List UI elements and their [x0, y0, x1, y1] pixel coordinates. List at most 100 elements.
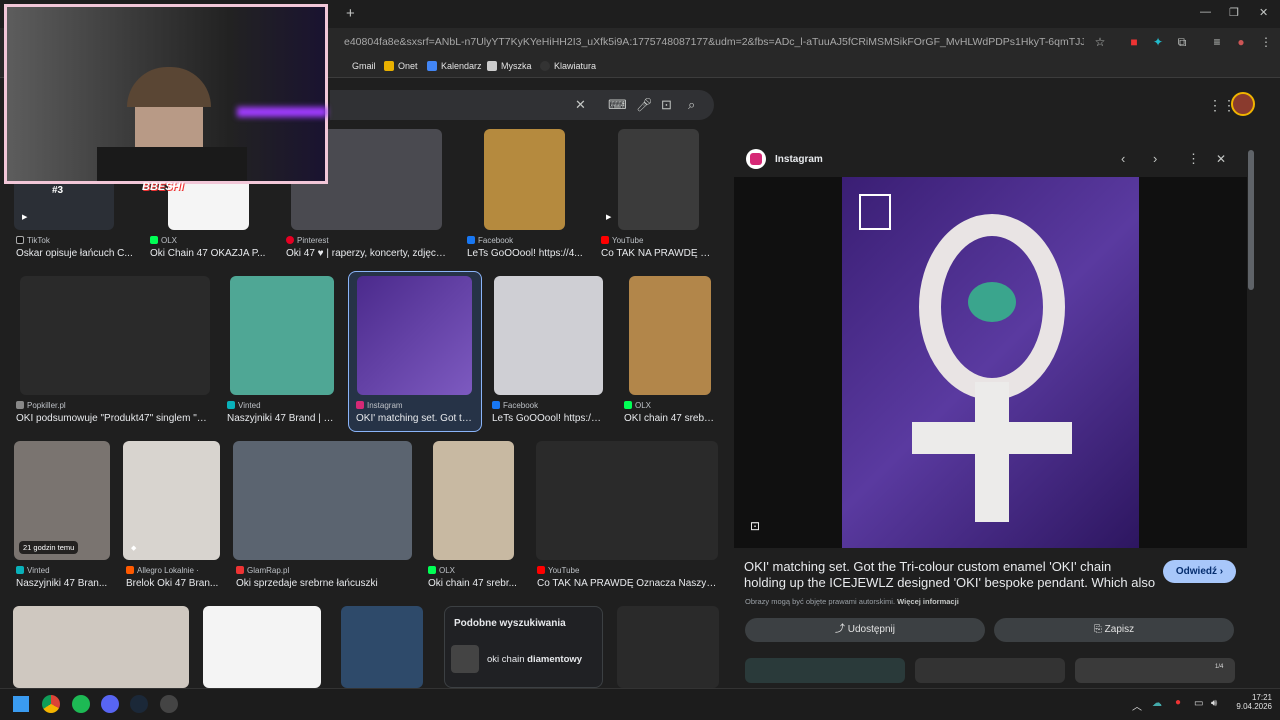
settings-icon[interactable]	[160, 695, 178, 713]
bookmark-klawiatura[interactable]: Klawiatura	[540, 61, 596, 71]
address-bar[interactable]: e40804fa8e&sxsrf=ANbL-n7UlyYT7KyKYeHiHH2…	[344, 36, 1084, 48]
result-caption-6[interactable]: OKI podsumowuje "Produkt47" singlem "S..…	[16, 413, 210, 424]
related-thumb-3[interactable]	[1075, 658, 1235, 683]
result-thumb-7[interactable]	[230, 276, 334, 395]
minimize-icon[interactable]: —	[1200, 6, 1211, 18]
media-icon[interactable]: ≡	[1209, 34, 1225, 50]
preview-image[interactable]	[842, 177, 1139, 548]
close-window-icon[interactable]: ✕	[1259, 6, 1268, 19]
overlay-tag: #3	[52, 185, 64, 196]
restore-icon[interactable]: ❐	[1229, 6, 1239, 19]
result-caption-3[interactable]: Oki 47 ♥ | raperzy, koncerty, zdjęci...	[286, 248, 446, 259]
discord-icon[interactable]	[101, 695, 119, 713]
result-caption-14[interactable]: Oki chain 47 srebr...	[428, 578, 520, 589]
extensions-puzzle-icon[interactable]: ⧉	[1174, 34, 1190, 50]
result-source-7: Vinted	[227, 401, 261, 410]
keyboard-icon[interactable]: ⌨	[608, 97, 627, 113]
mic-icon[interactable]: 🎤︎	[636, 97, 653, 113]
result-thumb-12[interactable]	[123, 441, 220, 560]
related-thumb-1[interactable]	[745, 658, 905, 683]
result-source-10: OLX	[624, 401, 651, 410]
result-source-12: Allegro Lokalnie ·	[126, 566, 199, 575]
adblock-icon[interactable]: ■	[1126, 34, 1142, 50]
result-thumb-4[interactable]	[484, 129, 565, 230]
bookmark-onet[interactable]: Onet	[384, 61, 418, 71]
instagram-icon	[746, 149, 766, 169]
volume-icon[interactable]: 🔊︎	[1211, 698, 1217, 709]
result-source-13: GlamRap.pl	[236, 566, 289, 575]
bookmark-myszka[interactable]: Myszka	[487, 61, 532, 71]
result-thumb-13[interactable]	[233, 441, 412, 560]
new-tab-button[interactable]: +	[346, 5, 355, 22]
result-thumb-14[interactable]	[433, 441, 514, 560]
tray-app-icon[interactable]: ☁	[1152, 698, 1162, 709]
search-bar[interactable]	[330, 90, 714, 120]
result-caption-7[interactable]: Naszyjniki 47 Brand | V...	[227, 413, 337, 424]
extension-icon[interactable]: ✦	[1150, 34, 1166, 50]
result-thumb-19[interactable]	[617, 606, 719, 688]
search-icon[interactable]: ⌕	[688, 97, 695, 113]
result-thumb-16[interactable]	[13, 606, 189, 688]
result-thumb-6[interactable]	[20, 276, 210, 395]
result-caption-15[interactable]: Co TAK NA PRAWDĘ Oznacza Naszyjn...	[537, 578, 717, 589]
more-icon[interactable]: ⋮	[1187, 151, 1200, 167]
menu-icon[interactable]: ⋮	[1258, 34, 1274, 50]
similar-item[interactable]: oki chain diamentowy	[487, 654, 582, 665]
result-caption-11[interactable]: Naszyjniki 47 Bran...	[16, 578, 112, 589]
result-caption-9[interactable]: LeTs GoOOool! https://...	[492, 413, 602, 424]
tray-mic-icon[interactable]: ●	[1175, 697, 1181, 708]
result-caption-5[interactable]: Co TAK NA PRAWDĘ O...	[601, 248, 713, 259]
result-source-5: YouTube	[601, 236, 643, 245]
clear-icon[interactable]: ✕	[575, 97, 586, 113]
result-thumb-15[interactable]	[536, 441, 718, 560]
image-counter: 1/4	[1215, 664, 1224, 670]
windows-start-icon[interactable]	[13, 696, 29, 712]
spotify-icon[interactable]	[72, 695, 90, 713]
close-panel-icon[interactable]: ✕	[1216, 152, 1226, 166]
share-button[interactable]: ⤴ Udostępnij	[745, 618, 985, 642]
scrollbar[interactable]	[1248, 150, 1254, 290]
result-thumb-8[interactable]	[357, 276, 472, 395]
result-source-8: Instagram	[356, 401, 403, 410]
prev-icon[interactable]: ‹	[1121, 151, 1125, 166]
lens-search-icon[interactable]: ⊡	[750, 519, 760, 533]
camera-icon: ◆	[131, 545, 137, 552]
next-icon[interactable]: ›	[1153, 151, 1157, 166]
bookmark-kalendarz[interactable]: Kalendarz	[427, 61, 482, 71]
chrome-icon[interactable]	[42, 695, 60, 713]
time-badge: 21 godzin temu	[19, 541, 79, 554]
result-thumb-5[interactable]	[618, 129, 699, 230]
steam-icon[interactable]	[130, 695, 148, 713]
result-caption-1[interactable]: Oskar opisuje łańcuch C...	[16, 248, 136, 259]
result-thumb-17[interactable]	[203, 606, 321, 688]
result-thumb-9[interactable]	[494, 276, 603, 395]
result-source-11: Vinted	[16, 566, 50, 575]
result-source-9: Facebook	[492, 401, 538, 410]
result-caption-13[interactable]: Oki sprzedaje srebrne łańcuszki	[236, 578, 412, 589]
tray-chevron-icon[interactable]: ︿	[1132, 698, 1142, 713]
result-caption-4[interactable]: LeTs GoOOool! https://4...	[467, 248, 583, 259]
result-source-2: OLX	[150, 236, 177, 245]
webcam-overlay	[4, 4, 328, 184]
account-avatar[interactable]	[1231, 92, 1255, 116]
profile-avatar-icon[interactable]: ●	[1233, 34, 1249, 50]
related-thumb-2[interactable]	[915, 658, 1065, 683]
result-source-15: YouTube	[537, 566, 579, 575]
result-caption-2[interactable]: Oki Chain 47 OKAZJA P...	[150, 248, 270, 259]
more-info-link[interactable]: Więcej informacji	[897, 597, 959, 606]
result-source-1: TikTok	[16, 236, 50, 245]
save-button[interactable]: ⎘ Zapisz	[994, 618, 1234, 642]
panel-source[interactable]: Instagram	[775, 154, 823, 165]
bookmark-gmail[interactable]: Gmail	[352, 61, 376, 71]
similar-thumb[interactable]	[451, 645, 479, 673]
result-thumb-18[interactable]	[341, 606, 423, 688]
result-caption-8[interactable]: OKI' matching set. Got th...	[356, 413, 474, 424]
lens-icon[interactable]: ⊡	[661, 97, 672, 113]
star-icon[interactable]: ☆	[1092, 34, 1108, 50]
network-icon[interactable]: ▭	[1194, 698, 1203, 709]
visit-button[interactable]: Odwiedź ›	[1163, 560, 1236, 583]
clock[interactable]: 17:21 9.04.2026	[1232, 693, 1272, 711]
result-thumb-10[interactable]	[629, 276, 711, 395]
result-caption-12[interactable]: Brelok Oki 47 Bran...	[126, 578, 220, 589]
result-caption-10[interactable]: OKI chain 47 srebrn...	[624, 413, 716, 424]
